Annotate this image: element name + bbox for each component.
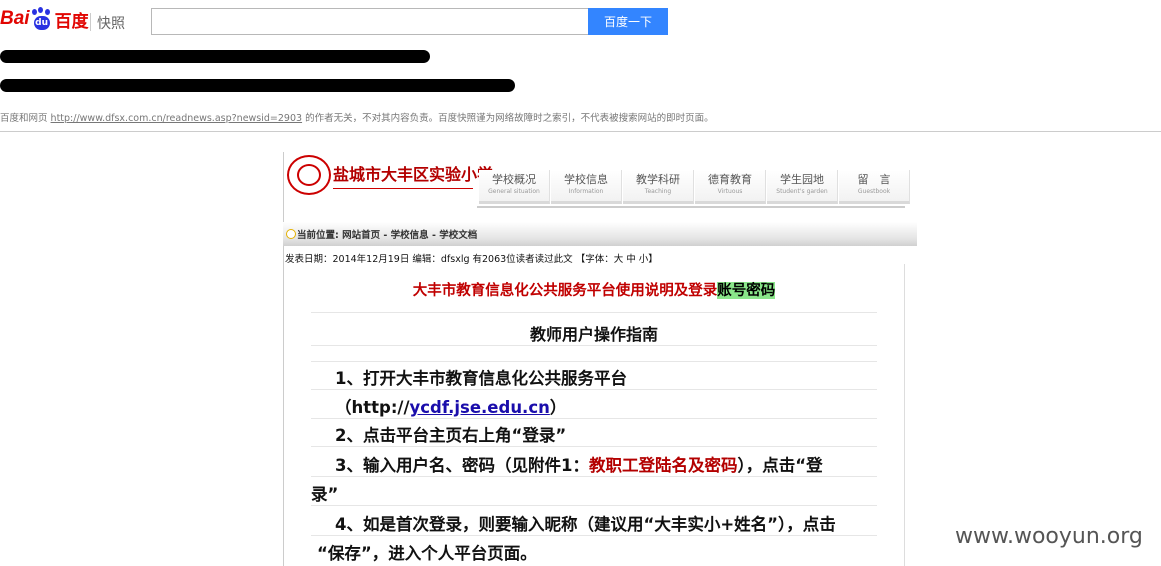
paren-open: （http:// [335,398,410,417]
redacted-notice-line-1 [0,50,430,63]
baidu-logo[interactable]: Bai du 百度 [0,4,89,34]
step-4-text-b: “保存”，进入个人平台页面。 [317,544,537,563]
nav-label: 学校信息 [564,173,608,186]
page-frame-left [283,152,284,566]
nav-label: 学校概况 [492,173,536,186]
nav-sublabel: Guestbook [857,188,891,195]
nav-item-virtuous[interactable]: 德育教育 Virtuous [695,170,766,204]
nav-bottom-line [477,206,905,208]
step-3: 3、输入用户名、密码（见附件1：教职工登陆名及密码），点击“登 [335,452,905,476]
step-2: 2、点击平台主页右上角“登录” [335,422,905,446]
ruled-line [311,418,877,419]
watermark: www.wooyun.org [955,524,1143,549]
disclaimer-suffix: 的作者无关，不对其内容负责。百度快照谨为网络故障时之索引，不代表被搜索网站的即时… [305,113,714,124]
source-url-link[interactable]: http://www.dfsx.com.cn/readnews.asp?news… [51,113,303,124]
nav-item-students-garden[interactable]: 学生园地 Student's garden [767,170,838,204]
step-4-text-a: 4、如是首次登录，则要输入昵称（建议用“大丰实小+姓名”），点击 [335,515,836,534]
breadcrumb: 当前位置: 网站首页 - 学校信息 - 学校文档 [297,230,478,241]
search-input[interactable] [151,8,593,35]
article-title-main: 大丰市教育信息化公共服务平台使用说明及登录 [412,282,718,299]
step-2-text: 2、点击平台主页右上角“登录” [335,426,567,445]
nav-sublabel: Student's garden [776,188,828,195]
redacted-notice-line-2 [0,79,515,92]
nav-sublabel: Information [568,188,604,195]
nav-sublabel: Teaching [644,188,672,195]
nav-sublabel: General situation [488,188,540,195]
guide-title: 教师用户操作指南 [529,325,658,344]
header-separator [90,13,91,31]
header-divider [0,131,1161,132]
disclaimer-prefix: 百度和网页 [0,113,48,124]
location-dot-icon [286,229,296,239]
step-4-cont: “保存”，进入个人平台页面。 [317,540,887,564]
nav-label: 留 言 [857,173,891,186]
step-1-url: （http://ycdf.jse.edu.cn） [335,394,905,418]
article-title-highlight: 账号密码 [717,282,776,299]
ruled-line [311,345,877,346]
platform-url-link[interactable]: ycdf.jse.edu.cn [409,398,549,417]
step-3-attachment: 教职工登陆名及密码 [588,456,738,475]
step-1: 1、打开大丰市教育信息化公共服务平台 [335,365,905,389]
snapshot-label: 快照 [97,16,125,32]
nav-label: 德育教育 [708,173,752,186]
paren-close: ） [549,398,567,417]
baidu-logo-du: du [33,16,50,30]
ruled-line [311,476,877,477]
step-3-text-b: ），点击“登 [737,456,823,475]
breadcrumb-bar: 当前位置: 网站首页 - 学校信息 - 学校文档 [283,222,917,246]
nav-item-guestbook[interactable]: 留 言 Guestbook [839,170,910,204]
school-name: 盐城市大丰区实验小学 [333,165,494,184]
nav-item-information[interactable]: 学校信息 Information [551,170,622,204]
search-button[interactable]: 百度一下 [588,8,668,35]
nav-label: 学生园地 [780,173,824,186]
step-3-text-c: 录” [311,485,339,504]
nav-sublabel: Virtuous [717,188,743,195]
ruled-line [311,389,877,390]
step-3-cont: 录” [311,481,881,505]
baidu-logo-text: Bai [0,8,30,29]
step-1-text: 1、打开大丰市教育信息化公共服务平台 [335,369,627,388]
step-4: 4、如是首次登录，则要输入昵称（建议用“大丰实小+姓名”），点击 [335,511,905,535]
nav-label: 教学科研 [636,173,680,186]
school-emblem-icon [287,155,331,195]
snapshot-disclaimer: 百度和网页 http://www.dfsx.com.cn/readnews.as… [0,110,714,124]
nav-item-teaching[interactable]: 教学科研 Teaching [623,170,694,204]
ruled-line [311,535,877,536]
ruled-line [311,312,877,313]
ruled-line [311,361,877,362]
article-title: 大丰市教育信息化公共服务平台使用说明及登录账号密码 [283,279,905,300]
nav-item-general[interactable]: 学校概况 General situation [479,170,550,204]
ruled-line [311,446,877,447]
baidu-snapshot-header: Bai du 百度 快照 百度一下 [0,0,1161,44]
cached-school-page: 盐城市大丰区实验小学 学校概况 General situation 学校信息 I… [283,152,917,566]
baidu-logo-cn: 百度 [54,11,89,32]
step-3-text-a: 3、输入用户名、密码（见附件1： [335,456,589,475]
paw-icon: du [31,7,53,31]
school-name-underline [333,188,473,189]
school-nav: 学校概况 General situation 学校信息 Information … [479,170,911,204]
article-publish-info: 发表日期：2014年12月19日 编辑：dfsxlg 有2063位读者读过此文 … [285,254,658,265]
ruled-line [311,505,877,506]
